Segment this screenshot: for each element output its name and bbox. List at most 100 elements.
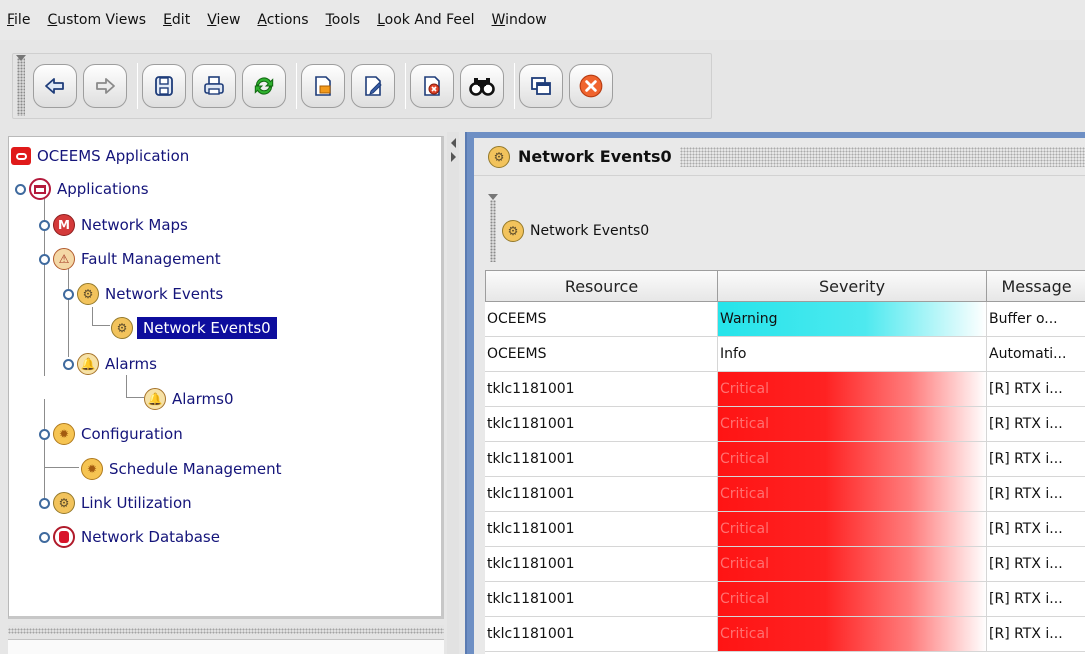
menu-custom-views[interactable]: Custom Views: [44, 12, 149, 28]
cell-message: [R] RTX i...: [987, 372, 1085, 406]
alarm-bell-icon: 🔔: [144, 388, 166, 410]
refresh-button[interactable]: [242, 64, 286, 108]
cell-resource: tklc1181001: [485, 512, 718, 546]
menu-file[interactable]: File: [4, 12, 33, 28]
tree-node-fault-management[interactable]: ⚠ Fault Management: [53, 242, 221, 276]
tree-label: OCEEMS Application: [37, 147, 190, 165]
toolbar-grip[interactable]: [488, 194, 498, 262]
menu-look-and-feel[interactable]: Look And Feel: [374, 12, 477, 28]
refresh-icon: [254, 77, 274, 95]
schedule-icon: ✹: [81, 458, 103, 480]
tree-node-link-utilization[interactable]: ⚙ Link Utilization: [53, 486, 192, 520]
table-row[interactable]: tklc1181001 Critical [R] RTX i...: [485, 547, 1085, 582]
table-row[interactable]: tklc1181001 Critical [R] RTX i...: [485, 617, 1085, 652]
tree-node-network-events[interactable]: ⚙ Network Events: [77, 277, 223, 311]
cell-resource: OCEEMS: [485, 302, 718, 336]
tree-node-network-maps[interactable]: M Network Maps: [53, 208, 188, 242]
delete-button[interactable]: [410, 64, 454, 108]
table-row[interactable]: OCEEMS Warning Buffer o...: [485, 302, 1085, 337]
tree-node-applications[interactable]: Applications: [29, 172, 149, 206]
main-toolbar: [12, 53, 712, 119]
cell-resource: tklc1181001: [485, 407, 718, 441]
menu-actions[interactable]: Actions: [254, 12, 311, 28]
close-icon: [579, 74, 603, 98]
delete-icon: [424, 76, 440, 96]
network-events-icon: ⚙: [77, 283, 99, 305]
expand-toggle[interactable]: [37, 530, 51, 544]
cell-message: [R] RTX i...: [987, 617, 1085, 651]
toolbar-separator: [296, 63, 297, 109]
forward-button[interactable]: [83, 64, 127, 108]
tree-node-configuration[interactable]: ✹ Configuration: [53, 417, 183, 451]
tree-bottom-divider[interactable]: [8, 625, 444, 654]
collapse-left-icon[interactable]: [451, 138, 456, 148]
menu-window[interactable]: Window: [489, 12, 550, 28]
tree-node-oceems-application[interactable]: OCEEMS Application: [11, 139, 189, 173]
internal-frame-title-bar[interactable]: ⚙ Network Events0: [474, 138, 1085, 176]
tree-label: Link Utilization: [81, 494, 192, 512]
expand-toggle[interactable]: [61, 287, 75, 301]
collapse-right-icon[interactable]: [451, 152, 456, 162]
menu-view[interactable]: View: [204, 12, 243, 28]
cell-severity: Critical: [718, 407, 987, 441]
expand-toggle[interactable]: [13, 182, 27, 196]
expand-toggle[interactable]: [61, 357, 75, 371]
cell-resource: tklc1181001: [485, 617, 718, 651]
exit-button[interactable]: [569, 64, 613, 108]
expand-toggle[interactable]: [37, 496, 51, 510]
window-icon: [531, 77, 551, 95]
content-frame: ⚙ Network Events0 ⚙ Network Events0 Reso…: [465, 132, 1085, 654]
save-button[interactable]: [142, 64, 186, 108]
edit-button[interactable]: [351, 64, 395, 108]
view-tab-network-events0[interactable]: ⚙ Network Events0: [502, 220, 649, 242]
print-button[interactable]: [192, 64, 236, 108]
expand-toggle[interactable]: [37, 218, 51, 232]
view-tab-label: Network Events0: [530, 223, 650, 239]
expand-toggle[interactable]: [37, 427, 51, 441]
cell-severity: Critical: [718, 442, 987, 476]
menu-edit[interactable]: Edit: [160, 12, 193, 28]
tree-label: Network Maps: [81, 216, 188, 234]
edit-icon: [365, 76, 382, 96]
network-events-icon: ⚙: [111, 317, 133, 339]
network-events-icon: ⚙: [502, 220, 524, 242]
table-row[interactable]: tklc1181001 Critical [R] RTX i...: [485, 477, 1085, 512]
column-header-severity[interactable]: Severity: [718, 270, 987, 302]
cell-resource: tklc1181001: [485, 547, 718, 581]
tree-node-schedule-management[interactable]: ✹ Schedule Management: [81, 452, 282, 486]
menu-tools[interactable]: Tools: [323, 12, 364, 28]
network-events-icon: ⚙: [488, 145, 510, 168]
window-button[interactable]: [519, 64, 563, 108]
toolbar-grip[interactable]: [16, 55, 26, 116]
column-header-resource[interactable]: Resource: [485, 270, 718, 302]
expand-toggle[interactable]: [37, 252, 51, 266]
cell-message: [R] RTX i...: [987, 442, 1085, 476]
table-row[interactable]: tklc1181001 Critical [R] RTX i...: [485, 442, 1085, 477]
export-button[interactable]: [301, 64, 345, 108]
frame-title: Network Events0: [518, 147, 672, 166]
alarm-bell-icon: 🔔: [77, 353, 99, 375]
tree-label: Network Database: [81, 528, 220, 546]
cell-message: [R] RTX i...: [987, 407, 1085, 441]
tree-node-alarms0[interactable]: 🔔 Alarms0: [144, 382, 234, 416]
cell-resource: tklc1181001: [485, 442, 718, 476]
cell-message: [R] RTX i...: [987, 547, 1085, 581]
table-row[interactable]: tklc1181001 Critical [R] RTX i...: [485, 407, 1085, 442]
tree-node-network-events0[interactable]: ⚙ Network Events0: [111, 311, 277, 345]
table-row[interactable]: tklc1181001 Critical [R] RTX i...: [485, 372, 1085, 407]
table-row[interactable]: tklc1181001 Critical [R] RTX i...: [485, 512, 1085, 547]
title-bar-grip: [679, 146, 1085, 167]
column-header-message[interactable]: Message: [987, 270, 1085, 302]
find-button[interactable]: [460, 64, 504, 108]
tree-label: Applications: [57, 180, 149, 198]
panel-splitter[interactable]: [447, 132, 459, 654]
tree-label: Alarms: [105, 355, 157, 373]
table-row[interactable]: OCEEMS Info Automati...: [485, 337, 1085, 372]
tree-label: Configuration: [81, 425, 183, 443]
back-button[interactable]: [33, 64, 77, 108]
tree-node-alarms[interactable]: 🔔 Alarms: [77, 347, 157, 381]
toolbar-separator: [405, 63, 406, 109]
tree-node-network-database[interactable]: Network Database: [53, 520, 220, 554]
table-row[interactable]: tklc1181001 Critical [R] RTX i...: [485, 582, 1085, 617]
menu-bar: File Custom Views Edit View Actions Tool…: [0, 0, 1085, 40]
